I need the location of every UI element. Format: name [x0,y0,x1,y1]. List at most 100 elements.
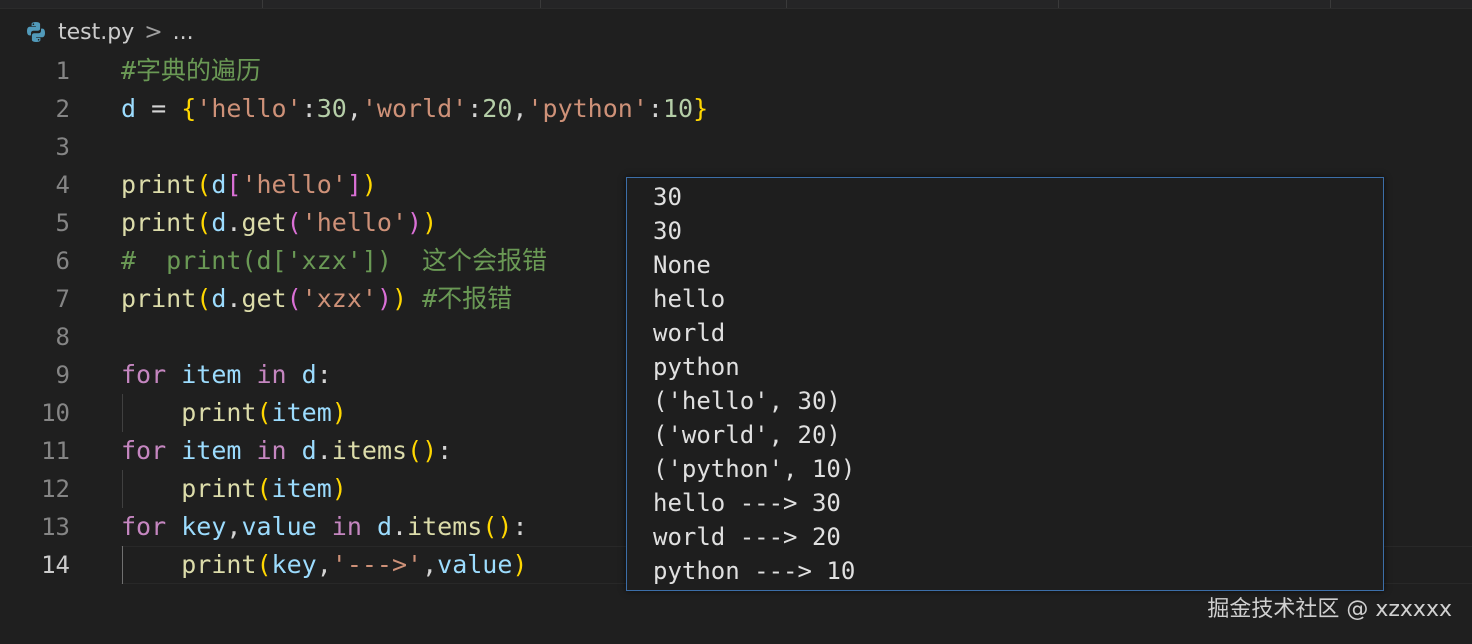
code-token: print [181,550,257,579]
code-token: d [211,170,227,199]
tab-separator [262,0,263,8]
code-token: ( [196,284,212,313]
code-token: key [181,512,227,541]
tab-separator [786,0,787,8]
code-token: , [346,94,362,123]
code-token: in [256,360,287,389]
code-token: items [407,512,483,541]
code-token: print [121,208,197,237]
code-token: in [331,512,362,541]
watermark: 掘金技术社区 @ xzxxxx [1207,597,1452,622]
breadcrumb-file[interactable]: test.py [58,20,134,45]
output-line: hello ---> 30 [653,489,841,517]
code-text: print(d.get('hello')) [121,204,437,242]
output-line: 30 [653,183,682,211]
code-token: : [647,94,663,123]
output-line: world ---> 20 [653,523,841,551]
code-token: : [316,360,332,389]
code-token: ) [422,208,438,237]
line-number: 1 [55,57,70,85]
code-token: . [226,208,242,237]
code-text: print(d.get('xzx')) #不报错 [121,280,512,318]
code-token: item [181,436,242,465]
code-token: ] [346,170,362,199]
line-number: 5 [55,209,70,237]
code-token: d [121,94,137,123]
code-line[interactable]: 2 d = {'hello':30,'world':20,'python':10} [0,90,1472,128]
tab-separator [1058,0,1059,8]
code-token: d [211,284,227,313]
chevron-right-icon: > [144,19,163,45]
code-token: in [256,436,287,465]
output-panel: 30 30 None hello world python ('hello', 30) ('w… [626,177,1384,591]
output-line: ('world', 20) [653,421,841,449]
output-line: hello [653,285,726,313]
line-number: 12 [41,475,70,503]
code-token: , [422,550,438,579]
tab-separator [1330,0,1331,8]
code-text: for item in d: [121,356,332,394]
code-token: value [241,512,317,541]
code-token: ) [331,398,347,427]
code-token: ( [196,208,212,237]
line-number: 10 [41,399,70,427]
code-token: # print(d['xzx']) 这个会报错 [121,246,548,275]
python-file-icon [24,20,48,44]
code-token: value [437,550,513,579]
code-token: 30 [316,94,347,123]
code-token: d [301,360,317,389]
code-text: for key,value in d.items(): [121,508,528,546]
code-token: get [241,284,287,313]
code-text: d = {'hello':30,'world':20,'python':10} [121,90,708,128]
code-token: 'world' [361,94,468,123]
code-token: ) [376,284,392,313]
code-line[interactable]: 3 [0,128,1472,166]
code-token: = [136,94,182,123]
code-token: item [271,398,332,427]
code-token: . [392,512,408,541]
code-token: : [301,94,317,123]
code-token: : [467,94,483,123]
breadcrumb: test.py > ... [24,16,194,48]
code-token: print [121,284,197,313]
code-token: 10 [662,94,694,123]
line-number: 4 [55,171,70,199]
code-token: ) [361,170,377,199]
code-text: print(item) [121,394,347,432]
code-token: get [241,208,287,237]
code-token: print [121,170,197,199]
code-token: print [181,474,257,503]
code-token: ) [407,208,423,237]
code-token: 'hello' [241,170,347,199]
code-line[interactable]: 1 #字典的遍历 [0,52,1472,90]
code-token: () [407,436,438,465]
output-line: python ---> 10 [653,557,856,585]
code-token: ( [196,170,212,199]
code-token: print [181,398,257,427]
output-line: ('hello', 30) [653,387,841,415]
line-number: 2 [55,95,70,123]
code-token: 'python' [527,94,648,123]
code-token: ) [331,474,347,503]
breadcrumb-more[interactable]: ... [173,20,194,45]
output-line: None [653,251,711,279]
code-token: d [301,436,317,465]
code-token: () [482,512,513,541]
output-line: python [653,353,740,381]
code-token: 'hello' [196,94,302,123]
code-token: ) [512,550,528,579]
code-token: for [121,436,167,465]
code-token: , [512,94,528,123]
code-token: : [437,436,453,465]
line-number: 7 [55,285,70,313]
code-token: ( [256,398,272,427]
